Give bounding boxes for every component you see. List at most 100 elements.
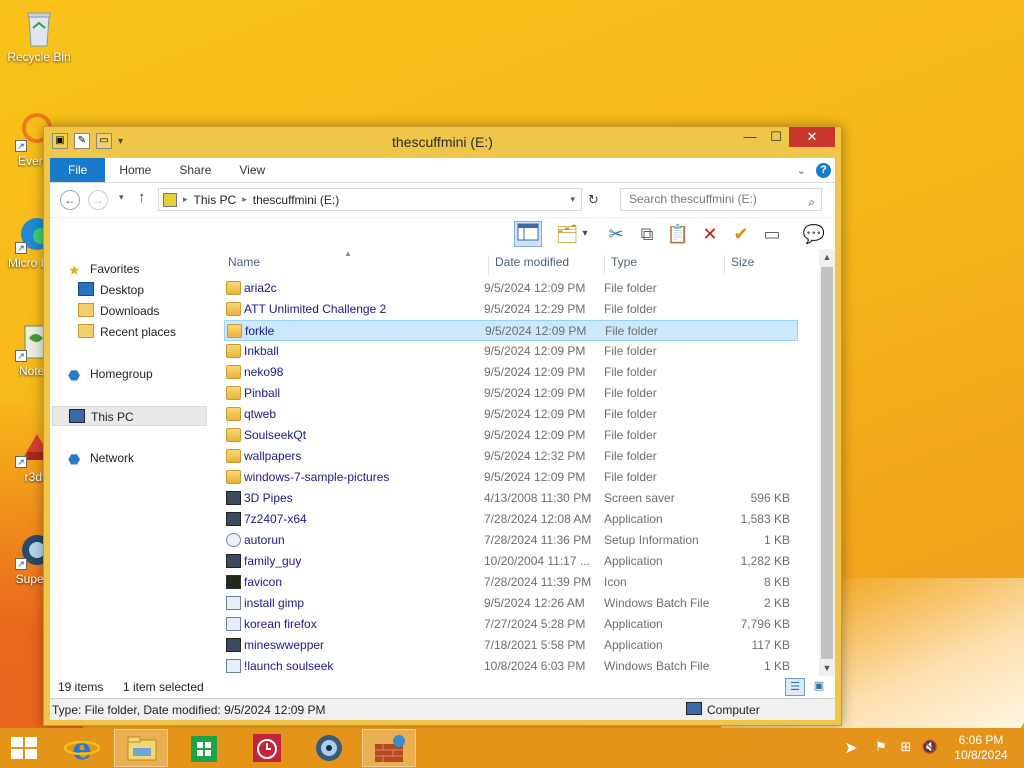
file-date: 7/18/2021 5:58 PM bbox=[484, 638, 586, 652]
zone-label: Computer bbox=[707, 703, 760, 717]
details-view-icon[interactable]: ☰ bbox=[785, 678, 805, 696]
file-name: wallpapers bbox=[244, 449, 302, 463]
column-header-date[interactable]: Date modified bbox=[488, 255, 569, 275]
breadcrumb-this-pc[interactable]: This PC bbox=[194, 193, 237, 207]
help-icon[interactable]: ? bbox=[816, 162, 831, 178]
close-button[interactable]: ✕ bbox=[789, 127, 835, 147]
search-input[interactable]: Search thescuffmini (E:) ⌕ bbox=[620, 188, 822, 211]
comment-icon[interactable]: 💬 bbox=[800, 221, 828, 247]
taskbar-network-app[interactable] bbox=[362, 729, 416, 767]
sort-indicator-icon: ▲ bbox=[344, 249, 352, 258]
file-row[interactable]: !launch soulseek 10/8/2024 6:03 PM Windows… bbox=[224, 656, 798, 677]
file-row[interactable]: favicon 7/28/2024 11:39 PM Icon 8 KB bbox=[224, 572, 798, 593]
recent-locations-icon[interactable]: ▾ bbox=[119, 192, 124, 203]
file-name: install gimp bbox=[244, 596, 305, 610]
file-row[interactable]: Pinball 9/5/2024 12:09 PM File folder bbox=[224, 383, 798, 404]
nav-network[interactable]: ⬣ Network bbox=[68, 448, 228, 468]
back-button[interactable]: ← bbox=[60, 190, 80, 210]
folder-icon bbox=[226, 407, 241, 421]
file-row[interactable]: autorun 7/28/2024 11:36 PM Setup Informati… bbox=[224, 530, 798, 551]
nav-favorites[interactable]: ★ Favorites bbox=[68, 259, 228, 279]
address-dropdown-icon[interactable]: ▾ bbox=[570, 194, 575, 205]
taskbar-alarms[interactable] bbox=[240, 729, 294, 767]
file-size: 1,583 KB bbox=[740, 512, 790, 526]
file-row[interactable]: korean firefox 7/27/2024 5:28 PM Applicati… bbox=[224, 614, 798, 635]
taskbar: e ➤ ⚑ ⊞ 🔇 6:06 PM 10/8/2024 bbox=[0, 728, 1024, 768]
taskbar-store[interactable] bbox=[178, 729, 232, 767]
tab-home[interactable]: Home bbox=[105, 158, 165, 182]
file-row[interactable]: SoulseekQt 9/5/2024 12:09 PM File folder bbox=[224, 425, 798, 446]
column-header-name[interactable]: Name bbox=[228, 255, 260, 275]
drive-icon bbox=[163, 192, 177, 207]
file-row[interactable]: qtweb 9/5/2024 12:09 PM File folder bbox=[224, 404, 798, 425]
nav-recent-places[interactable]: Recent places bbox=[78, 322, 238, 342]
cut-icon[interactable]: ✂ bbox=[602, 221, 630, 247]
action-center-flag-icon[interactable]: ⚑ bbox=[872, 739, 890, 768]
search-placeholder: Search thescuffmini (E:) bbox=[629, 192, 757, 206]
file-row[interactable]: aria2c 9/5/2024 12:09 PM File folder bbox=[224, 278, 798, 299]
scroll-down-icon[interactable]: ▼ bbox=[819, 660, 835, 676]
start-button[interactable] bbox=[0, 729, 48, 767]
file-row[interactable]: Inkball 9/5/2024 12:09 PM File folder bbox=[224, 341, 798, 362]
delete-icon[interactable]: ✕ bbox=[696, 221, 724, 247]
file-row[interactable]: install gimp 9/5/2024 12:26 AM Windows Bat… bbox=[224, 593, 798, 614]
volume-muted-icon[interactable]: 🔇 bbox=[920, 739, 940, 768]
taskbar-internet-explorer[interactable]: e bbox=[55, 729, 109, 767]
column-header-type[interactable]: Type bbox=[604, 255, 637, 275]
file-date: 7/27/2024 5:28 PM bbox=[484, 617, 586, 631]
vertical-scrollbar[interactable]: ▲ ▼ bbox=[819, 249, 835, 676]
file-date: 9/5/2024 12:26 AM bbox=[484, 596, 585, 610]
copy-icon[interactable]: ⧉ bbox=[633, 221, 661, 247]
setup-file-icon bbox=[226, 533, 241, 547]
file-type: Windows Batch File bbox=[604, 659, 710, 673]
large-icons-view-icon[interactable]: ▣ bbox=[809, 678, 829, 696]
file-size: 1 KB bbox=[763, 533, 790, 547]
file-row[interactable]: 3D Pipes 4/13/2008 11:30 PM Screen saver 59… bbox=[224, 488, 798, 509]
alarm-clock-icon bbox=[253, 734, 281, 762]
nav-homegroup[interactable]: ⬣ Homegroup bbox=[68, 364, 228, 384]
title-bar[interactable]: ▣ ✎ ▭ ▾ thescuffmini (E:) — ☐ ✕ bbox=[44, 127, 841, 158]
tab-view[interactable]: View bbox=[225, 158, 279, 182]
preview-pane-button[interactable] bbox=[514, 221, 542, 247]
app-file-icon bbox=[226, 512, 241, 526]
minimize-button[interactable]: — bbox=[737, 127, 763, 147]
file-row[interactable]: wallpapers 9/5/2024 12:32 PM File folder bbox=[224, 446, 798, 467]
folder-options-icon[interactable]: 🗂 bbox=[553, 221, 581, 247]
nav-desktop[interactable]: Desktop bbox=[78, 280, 238, 300]
details-text: Type: File folder, Date modified: 9/5/20… bbox=[52, 703, 326, 717]
expand-ribbon-icon[interactable]: ⌄ bbox=[797, 164, 806, 177]
file-row[interactable]: windows-7-sample-pictures 9/5/2024 12:09 … bbox=[224, 467, 798, 488]
desktop-icon-recycle-bin[interactable]: Recycle Bin bbox=[4, 8, 74, 64]
nav-downloads[interactable]: Downloads bbox=[78, 301, 238, 321]
command-toolbar: 🗂 ▾ ✂ ⧉ 📋 ✕ ✔ ▭ 💬 bbox=[50, 217, 835, 249]
file-name: qtweb bbox=[244, 407, 277, 421]
tab-share[interactable]: Share bbox=[165, 158, 225, 182]
file-name: korean firefox bbox=[244, 617, 317, 631]
tab-file[interactable]: File bbox=[50, 158, 106, 182]
refresh-icon[interactable]: ↻ bbox=[588, 192, 599, 208]
file-row[interactable]: neko98 9/5/2024 12:09 PM File folder bbox=[224, 362, 798, 383]
folder-options-dropdown-icon[interactable]: ▾ bbox=[578, 221, 592, 247]
address-field[interactable]: ▸ This PC ▸ thescuffmini (E:) ▾ bbox=[158, 188, 582, 211]
rename-icon[interactable]: ✔ bbox=[727, 221, 755, 247]
taskbar-file-explorer[interactable] bbox=[114, 729, 168, 767]
network-tray-icon[interactable]: ⊞ bbox=[896, 739, 916, 768]
file-row[interactable]: ATT Unlimited Challenge 2 9/5/2024 12:29 … bbox=[224, 299, 798, 320]
breadcrumb-drive[interactable]: thescuffmini (E:) bbox=[253, 193, 339, 207]
file-row[interactable]: mineswwepper 7/18/2021 5:58 PM Application… bbox=[224, 635, 798, 656]
paste-icon[interactable]: 📋 bbox=[664, 221, 692, 247]
file-row[interactable]: 7z2407-x64 7/28/2024 12:08 AM Application 1… bbox=[224, 509, 798, 530]
nav-this-pc[interactable]: This PC bbox=[52, 406, 207, 426]
clock[interactable]: 6:06 PM 10/8/2024 bbox=[946, 733, 1016, 768]
file-row[interactable]: forkle 9/5/2024 12:09 PM File folder bbox=[224, 320, 798, 341]
properties-toolbar-icon[interactable]: ▭ bbox=[758, 221, 786, 247]
scroll-up-icon[interactable]: ▲ bbox=[819, 249, 835, 265]
taskbar-app[interactable] bbox=[302, 729, 356, 767]
column-header-size[interactable]: Size bbox=[724, 255, 754, 275]
scrollbar-thumb[interactable] bbox=[821, 267, 833, 659]
forward-button[interactable]: → bbox=[88, 190, 108, 210]
file-explorer-icon bbox=[127, 736, 157, 761]
maximize-button[interactable]: ☐ bbox=[763, 127, 789, 147]
up-button[interactable]: ↑ bbox=[138, 189, 146, 206]
file-row[interactable]: family_guy 10/20/2004 11:17 ... Applicatio… bbox=[224, 551, 798, 572]
